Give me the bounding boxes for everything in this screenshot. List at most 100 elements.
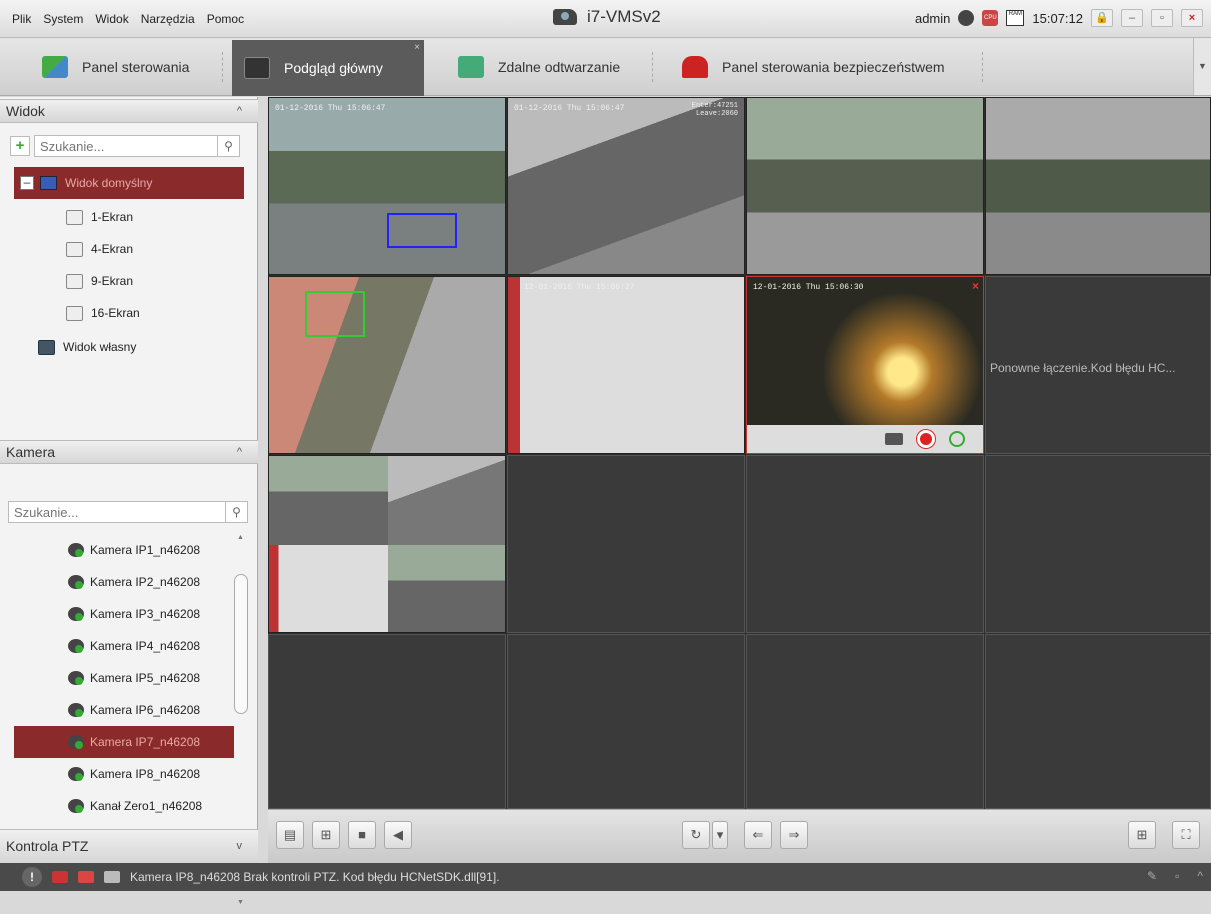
video-cell-15[interactable] [746,634,984,809]
tab-divider [982,52,983,82]
camera-label: Kamera IP4_n46208 [90,639,201,653]
video-cell-16[interactable] [985,634,1211,809]
minimize-button[interactable]: – [1121,9,1143,27]
video-grid: 01-12-2016 Thu 15:06:47 01-12-2016 Thu 1… [268,97,1211,809]
tab-main-view[interactable]: Podgląd główny × [232,40,424,96]
search-icon[interactable]: ⚲ [217,136,239,156]
tree-item-9-screen[interactable]: 9-Ekran [0,265,244,297]
layout-icon[interactable]: ⊞ [312,821,340,849]
camera-list-item[interactable]: Kamera IP2_n46208 [0,566,234,598]
video-cell-7-selected[interactable]: 12-01-2016 Thu 15:06:30 × [746,276,984,454]
cycle-dropdown-icon[interactable]: ▾ [712,821,728,849]
tree-item-custom-view[interactable]: Widok własny [0,331,244,363]
pin-icon[interactable]: ✎ [1147,869,1157,883]
collapse-icon[interactable]: – [20,176,34,190]
lock-button[interactable]: 🔒 [1091,9,1113,27]
tab-label: Panel sterowania bezpieczeństwem [722,59,945,75]
tab-close-icon[interactable]: × [414,42,420,53]
close-video-icon[interactable]: × [972,279,979,293]
camera-list-item[interactable]: Kamera IP6_n46208 [0,694,234,726]
previous-page-icon[interactable]: ⇐ [744,821,772,849]
video-cell-3[interactable] [746,97,984,275]
view-section-header[interactable]: Widok ^ [0,99,258,123]
menu-view[interactable]: Widok [95,12,128,26]
alert-icon[interactable]: ! [22,867,42,887]
camera-list-item[interactable]: Kamera IP3_n46208 [0,598,234,630]
video-cell-9-zero-channel[interactable] [268,455,506,633]
tree-item-16-screen[interactable]: 16-Ekran [0,297,244,329]
video-cell-2[interactable]: 01-12-2016 Thu 15:06:47 Enter:47251 Leav… [507,97,745,275]
menu-tools[interactable]: Narzędzia [141,12,195,26]
video-cell-5[interactable] [268,276,506,454]
video-timestamp: 01-12-2016 Thu 15:06:47 [514,104,625,113]
zero-channel-tile [269,545,388,632]
tree-item-default-view[interactable]: – Widok domyślny [14,167,244,199]
camera-icon [68,575,84,589]
video-cell-12[interactable] [985,455,1211,633]
cycle-icon[interactable]: ↻ [682,821,710,849]
camera-list-item[interactable]: Kamera IP8_n46208 [0,758,234,790]
video-timestamp: 01-12-2016 Thu 15:06:47 [275,104,386,113]
scroll-up-icon[interactable]: ▲ [237,534,244,541]
view-search-input[interactable] [35,136,217,156]
tree-item-4-screen[interactable]: 4-Ekran [0,233,244,265]
tab-security-panel[interactable]: Panel sterowania bezpieczeństwem [670,46,957,88]
custom-view-icon [38,339,55,355]
expand-up-icon[interactable]: ^ [1197,869,1203,883]
scroll-thumb[interactable] [234,574,248,714]
maximize-button[interactable]: ▫ [1151,9,1173,27]
camera-list-item[interactable]: Kamera IP7_n46208 [14,726,234,758]
video-cell-10[interactable] [507,455,745,633]
restore-icon[interactable]: ▫ [1175,869,1179,883]
alarm-status-icon[interactable] [52,871,68,883]
ptz-icon[interactable] [949,431,965,447]
video-cell-13[interactable] [268,634,506,809]
title-bar: Plik System Widok Narzędzia Pomoc i7-VMS… [0,0,1211,38]
audio-icon[interactable]: ◀ [384,821,412,849]
save-view-icon[interactable]: ▤ [276,821,304,849]
network-icon[interactable] [958,10,975,26]
tab-remote-playback[interactable]: Zdalne odtwarzanie [446,46,632,88]
close-button[interactable]: × [1181,9,1203,27]
camera-list-item[interactable]: Kamera IP4_n46208 [0,630,234,662]
username[interactable]: admin [915,11,950,26]
video-cell-6[interactable]: 12-01-2016 Thu 15:06:27 [507,276,745,454]
snapshot-icon[interactable] [885,433,903,445]
tab-overflow-button[interactable]: ▼ [1193,38,1211,95]
camera-label: Kanał Zero1_n46208 [90,799,203,813]
camera-list-item[interactable]: Kamera IP1_n46208 [0,534,234,566]
video-cell-14[interactable] [507,634,745,809]
video-cell-11[interactable] [746,455,984,633]
main-view-icon [244,57,270,79]
scroll-down-icon[interactable]: ▼ [237,899,244,906]
tab-control-panel[interactable]: Panel sterowania [30,46,201,88]
fullscreen-icon[interactable]: ⛶ [1172,821,1200,849]
camera-label: Kamera IP6_n46208 [90,703,201,717]
status-message: Kamera IP8_n46208 Brak kontroli PTZ. Kod… [130,870,500,884]
ptz-section-header[interactable]: Kontrola PTZ v [0,829,258,863]
clock: 15:07:12 [1032,10,1083,26]
search-icon[interactable]: ⚲ [225,502,247,522]
camera-search-input[interactable] [9,502,225,522]
camera-list-item[interactable]: Kamera IP5_n46208 [0,662,234,694]
camera-list-item[interactable]: Kanał Zero1_n46208 [0,790,234,822]
menu-help[interactable]: Pomoc [207,12,244,26]
record-icon[interactable] [917,430,935,448]
tree-item-label: 16-Ekran [91,306,140,320]
video-cell-1[interactable]: 01-12-2016 Thu 15:06:47 [268,97,506,275]
video-timestamp: 12-01-2016 Thu 15:06:27 [524,283,635,292]
sound-status-icon[interactable] [104,871,120,883]
ptz-section-title: Kontrola PTZ [6,838,89,854]
video-cell-4[interactable] [985,97,1211,275]
menu-system[interactable]: System [43,12,83,26]
stop-all-icon[interactable]: ■ [348,821,376,849]
add-view-button[interactable]: + [10,136,30,156]
exception-status-icon[interactable] [78,871,94,883]
next-page-icon[interactable]: ⇒ [780,821,808,849]
camera-icon [68,703,84,717]
tree-item-1-screen[interactable]: 1-Ekran [0,201,244,233]
window-division-icon[interactable]: ⊞ [1128,821,1156,849]
menu-file[interactable]: Plik [12,12,31,26]
camera-section-header[interactable]: Kamera ^ [0,440,258,464]
video-cell-8[interactable]: Ponowne łączenie.Kod błędu HC... [985,276,1211,454]
